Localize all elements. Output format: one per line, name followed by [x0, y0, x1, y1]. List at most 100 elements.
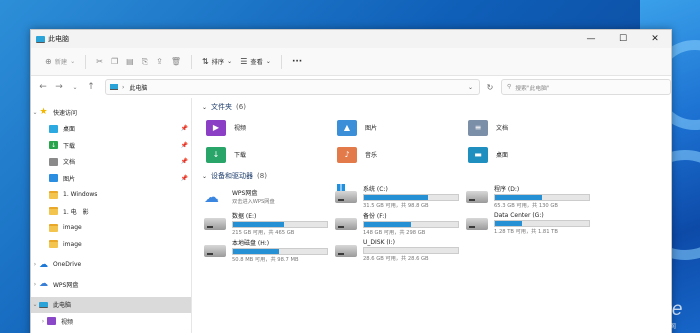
drive-icon — [335, 244, 357, 257]
drive-usage-bar — [363, 194, 459, 201]
folder-item-videos[interactable]: ▶ 视频 — [202, 114, 333, 141]
expand-chevron-icon[interactable]: › — [31, 261, 39, 268]
drive-item-e[interactable]: 数据 (E:) 215 GB 可用，共 465 GB — [202, 210, 333, 237]
drive-subtitle: 31.5 GB 可用，共 98.8 GB — [363, 203, 429, 209]
rename-button[interactable]: ⎘ — [138, 52, 152, 72]
folders-grid: ▶ 视频 ▲ 图片 ≡ 文档 ↓ 下载 ♪ 音乐 ▬ 桌面 — [202, 114, 671, 168]
drive-item-d[interactable]: 程序 (D:) 65.3 GB 可用，共 130 GB — [464, 183, 595, 210]
collapse-chevron-icon[interactable]: ⌄ — [202, 104, 207, 111]
drive-item-f[interactable]: 备份 (F:) 148 GB 可用，共 298 GB — [333, 210, 464, 237]
cut-button[interactable]: ✂ — [92, 52, 107, 72]
sort-label: 排序 — [211, 59, 225, 66]
folder-item-downloads[interactable]: ↓ 下载 — [202, 141, 333, 168]
new-label: 新建 — [54, 59, 68, 66]
drive-item-h[interactable]: 本地磁盘 (H:) 50.8 MB 可用，共 98.7 MB — [202, 237, 333, 264]
download-icon: ↓ — [49, 141, 58, 150]
share-button[interactable]: ⇪ — [152, 52, 167, 72]
drive-subtitle: 148 GB 可用，共 298 GB — [363, 230, 426, 236]
drives-grid: ☁ WPS网盘 双击进入WPS网盘 系统 (C:) 31.5 GB 可用，共 9… — [202, 183, 671, 264]
collapse-chevron-icon[interactable]: ⌄ — [31, 301, 39, 308]
new-button[interactable]: ⊕ 新建 ⌄ — [41, 52, 79, 72]
up-arrow-icon[interactable]: ↑ — [83, 82, 99, 92]
content-area: ⌄ ★ 快速访问 桌面 📌 ↓ 下载 📌 文档 📌 图片 📌 1. Window… — [31, 98, 671, 333]
sidebar-item-videos[interactable]: › 视频 — [31, 313, 191, 330]
drive-name: 系统 (C:) — [363, 186, 388, 193]
delete-button[interactable]: 🗑 — [167, 52, 185, 72]
view-label: 查看 — [250, 59, 263, 66]
more-button[interactable]: ··· — [288, 52, 306, 72]
view-button[interactable]: ☰ 查看 ⌄ — [236, 52, 275, 72]
maximize-button[interactable]: ☐ — [607, 30, 639, 48]
address-dropdown-icon[interactable]: ⌄ — [468, 84, 473, 91]
expand-chevron-icon[interactable]: › — [31, 281, 39, 288]
drive-item-g[interactable]: Data Center (G:) 1.28 TB 可用，共 1.81 TB — [464, 210, 595, 237]
forward-arrow-icon[interactable]: → — [51, 82, 67, 92]
drive-icon — [335, 217, 357, 230]
trash-icon: 🗑 — [170, 57, 181, 66]
address-bar[interactable]: › 此电脑 ⌄ — [105, 79, 480, 95]
minimize-button[interactable]: — — [575, 30, 607, 48]
copy-button[interactable]: ❐ — [107, 52, 122, 72]
expand-chevron-icon[interactable]: › — [39, 318, 47, 325]
document-folder-icon: ≡ — [468, 119, 488, 136]
folder-item-music[interactable]: ♪ 音乐 — [333, 141, 464, 168]
drive-usage-bar — [363, 221, 459, 228]
folder-label: 音乐 — [365, 152, 378, 159]
sidebar-item-quick-access[interactable]: ⌄ ★ 快速访问 — [31, 104, 191, 121]
drive-item-wps[interactable]: ☁ WPS网盘 双击进入WPS网盘 — [202, 183, 333, 210]
drive-subtitle: 215 GB 可用，共 465 GB — [232, 230, 295, 236]
sort-button[interactable]: ⇅ 排序 ⌄ — [198, 52, 236, 72]
address-bar-row: ← → ⌄ ↑ › 此电脑 ⌄ ↻ ⚲ 搜索"此电脑" — [31, 76, 671, 98]
breadcrumb-chevron-icon[interactable]: › — [122, 84, 124, 91]
folder-item-pictures[interactable]: ▲ 图片 — [333, 114, 464, 141]
sort-icon: ⇅ — [201, 57, 209, 66]
folder-item-documents[interactable]: ≡ 文档 — [464, 114, 595, 141]
sidebar-item-folder[interactable]: image — [31, 236, 191, 253]
drives-section-header[interactable]: ⌄ 设备和驱动器 (8) — [202, 169, 671, 183]
drive-item-i[interactable]: U_DISK (I:) 28.6 GB 可用，共 28.6 GB — [333, 237, 464, 264]
section-title: 设备和驱动器 — [211, 172, 254, 180]
sidebar-item-label: 下载 — [63, 142, 76, 150]
sidebar-item-desktop[interactable]: 桌面 📌 — [31, 121, 191, 138]
sidebar-item-folder[interactable]: 1. 电 影 — [31, 203, 191, 220]
recent-chevron-icon[interactable]: ⌄ — [67, 84, 83, 91]
refresh-icon[interactable]: ↻ — [483, 83, 497, 92]
sidebar-item-downloads[interactable]: ↓ 下载 📌 — [31, 137, 191, 154]
search-icon: ⚲ — [507, 84, 512, 90]
sidebar-item-this-pc[interactable]: ⌄ 此电脑 — [31, 296, 191, 313]
sidebar-item-onedrive[interactable]: › ☁ OneDrive — [31, 257, 191, 274]
close-button[interactable]: ✕ — [639, 30, 671, 48]
sidebar-item-documents[interactable]: 文档 📌 — [31, 154, 191, 171]
watermark-subtitle: 太平洋电脑网 — [617, 322, 680, 330]
windows-drive-icon — [335, 183, 357, 203]
drive-name: U_DISK (I:) — [363, 239, 395, 246]
drive-item-c[interactable]: 系统 (C:) 31.5 GB 可用，共 98.8 GB — [333, 183, 464, 210]
folder-icon — [49, 207, 58, 216]
sidebar-item-pictures[interactable]: 图片 📌 — [31, 170, 191, 187]
collapse-chevron-icon[interactable]: ⌄ — [202, 173, 207, 180]
breadcrumb[interactable]: 此电脑 — [129, 83, 147, 92]
drive-name: 数据 (E:) — [232, 213, 257, 220]
scissors-icon: ✂ — [96, 57, 103, 66]
drive-usage-fill — [495, 195, 542, 200]
search-input[interactable]: ⚲ 搜索"此电脑" — [501, 79, 671, 95]
collapse-chevron-icon[interactable]: ⌄ — [31, 109, 39, 116]
folder-item-desktop[interactable]: ▬ 桌面 — [464, 141, 595, 168]
share-icon: ⇪ — [156, 57, 163, 66]
paste-button[interactable]: ▤ — [122, 52, 138, 72]
drive-icon — [204, 244, 226, 257]
folder-label: 桌面 — [496, 152, 509, 159]
divider — [280, 54, 282, 69]
sidebar-item-wps[interactable]: › ☁ WPS网盘 — [31, 276, 191, 293]
pin-icon: 📌 — [180, 174, 188, 182]
sidebar-item-folder[interactable]: image — [31, 220, 191, 237]
rename-icon: ⎘ — [141, 56, 149, 66]
sidebar-item-folder[interactable]: 1. Windows — [31, 187, 191, 204]
download-folder-icon: ↓ — [206, 146, 226, 163]
drive-icon — [204, 217, 226, 230]
watermark-logo: PConline — [608, 299, 683, 320]
search-placeholder: 搜索"此电脑" — [515, 85, 550, 92]
folders-section-header[interactable]: ⌄ 文件夹 (6) — [202, 100, 671, 114]
back-arrow-icon[interactable]: ← — [35, 82, 51, 92]
document-icon — [49, 157, 58, 166]
